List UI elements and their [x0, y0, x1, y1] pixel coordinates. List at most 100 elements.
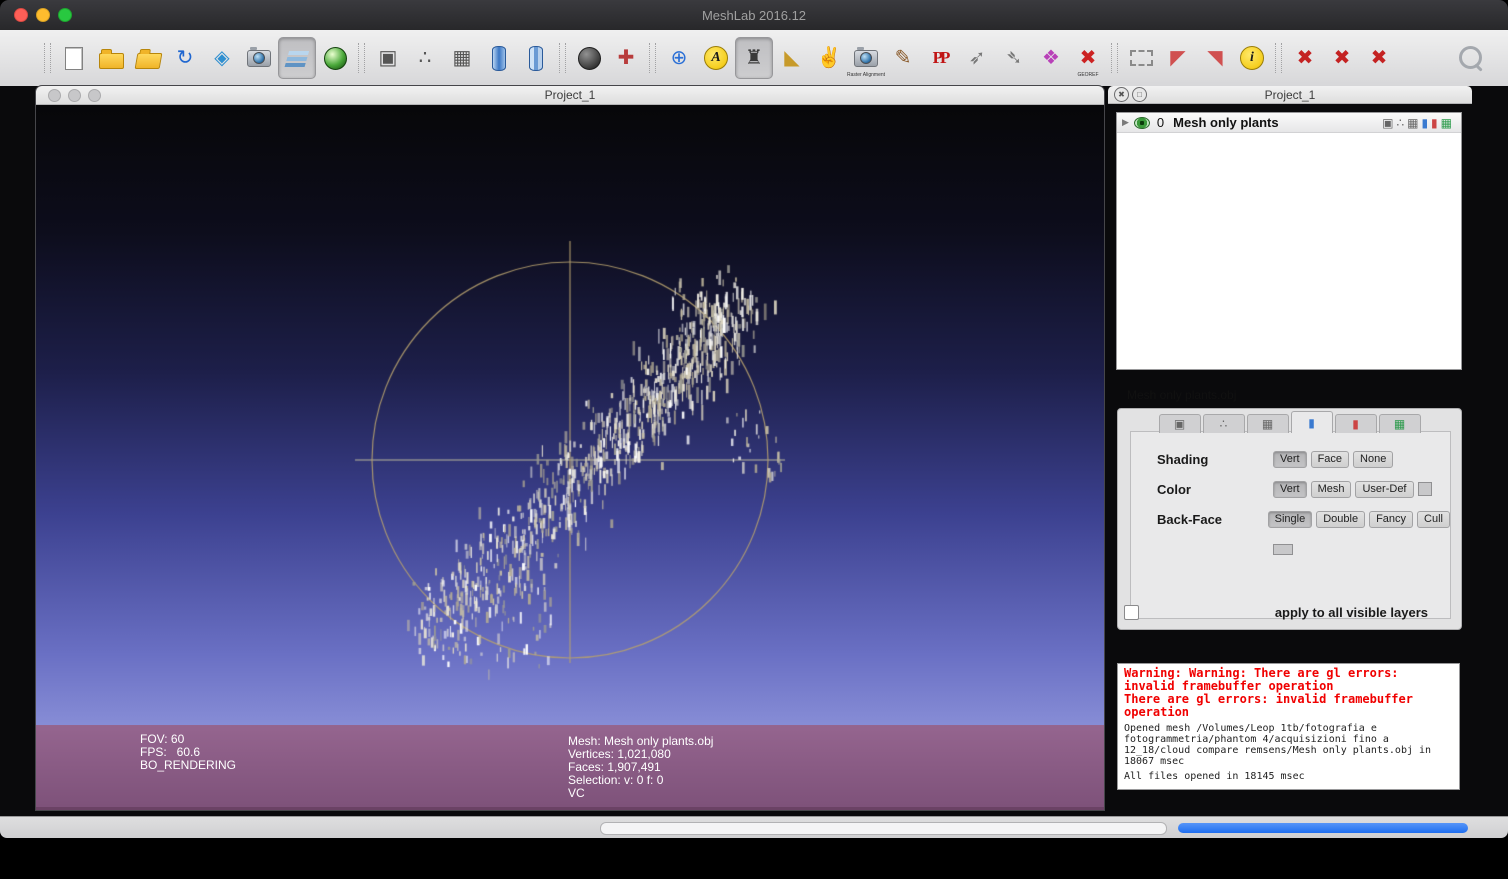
ortho-column-button[interactable]: ♜ [735, 37, 773, 79]
select-faces-button[interactable]: ◤ [1160, 38, 1196, 78]
wireframe-render-button[interactable]: ▦ [444, 38, 480, 78]
smooth-render-button[interactable] [518, 38, 554, 78]
layers-dialog-button[interactable] [278, 37, 316, 79]
axis-toggle-button[interactable]: ✚ [608, 38, 644, 78]
shading-vert-button[interactable]: Vert [1273, 451, 1307, 468]
toolbar-separator [1275, 43, 1282, 73]
reload-mesh-button[interactable]: ↻ [167, 38, 203, 78]
shading-face-button[interactable]: Face [1311, 451, 1349, 468]
shading-none-button[interactable]: None [1353, 451, 1393, 468]
horizontal-scrollbar-thumb[interactable] [600, 822, 1167, 835]
tab-flat[interactable]: ▮ [1335, 414, 1377, 433]
raster-align-button-icon [854, 50, 878, 67]
points-render-button[interactable]: ∴ [407, 38, 443, 78]
layer-row[interactable]: ▶ 0 Mesh only plants ▣∴▦▮▮▦ [1117, 113, 1461, 133]
text-labels-button[interactable]: A [698, 38, 734, 78]
color-row: Color VertMeshUser-Def [1131, 474, 1450, 504]
layer-panel-header[interactable]: ✖ □ Project_1 [1108, 86, 1472, 104]
backface-cull-button[interactable]: Cull [1417, 511, 1450, 528]
hand-pick-button[interactable]: ✌ [811, 38, 847, 78]
layer-wire-icon[interactable]: ▦ [1407, 117, 1418, 129]
raster-globe-button[interactable] [317, 38, 353, 78]
bbox-render-button[interactable]: ▣ [370, 38, 406, 78]
raster-globe-button-icon [324, 47, 347, 70]
tab-wire[interactable]: ▦ [1247, 414, 1289, 433]
open-mesh-button[interactable] [130, 38, 166, 78]
layer-smooth-icon[interactable]: ▮ [1421, 117, 1428, 129]
gl-viewport[interactable]: FOV: 60FPS: 60.6BO_RENDERING Mesh: Mesh … [36, 105, 1104, 810]
toolbar-separator [1111, 43, 1118, 73]
color-mesh-button[interactable]: Mesh [1311, 481, 1352, 498]
text-labels-button-icon: A [704, 46, 728, 70]
apply-all-checkbox[interactable] [1124, 605, 1139, 620]
viewport-header[interactable]: Project_1 [36, 86, 1104, 105]
delete-all-button[interactable]: ✖ [1361, 38, 1397, 78]
log-warning: There are gl errors: invalid framebuffer… [1124, 693, 1434, 719]
tab-points[interactable]: ∴ [1203, 414, 1245, 433]
tab-smooth[interactable]: ▮ [1291, 411, 1333, 433]
layer-name: Mesh only plants [1173, 115, 1278, 130]
apply-row: apply to all visible layers [1124, 602, 1460, 622]
open-project-button-icon [99, 53, 124, 69]
hud-text: Selection: v: 0 f: 0 [568, 774, 713, 787]
tab-wire-icon: ▦ [1262, 418, 1273, 430]
toolbar: ↻◈▣∴▦✚⊕A♜◣✌Raster Alignment✎PP➶➴❖✖GEOREF… [0, 30, 1508, 87]
wireframe-render-button-icon: ▦ [453, 48, 472, 68]
panel-scrollbar-thumb[interactable] [1178, 823, 1468, 833]
params-content: Shading VertFaceNone Color VertMeshUser-… [1130, 431, 1451, 619]
backface-color-swatch[interactable] [1273, 544, 1293, 555]
snapshot-button[interactable] [241, 38, 277, 78]
current-mesh-label: Mesh only plants.obj [1127, 388, 1236, 402]
color-vert-button[interactable]: Vert [1273, 481, 1307, 498]
delete-mesh-button[interactable]: ✖ [1287, 38, 1323, 78]
mesh-render-canvas[interactable] [36, 105, 1104, 810]
layer-bbox-icon[interactable]: ▣ [1382, 117, 1393, 129]
expand-arrow-icon[interactable]: ▶ [1122, 117, 1129, 128]
toolbar-separator [44, 43, 51, 73]
delete-raster-button[interactable]: ✖ [1324, 38, 1360, 78]
backface-single-button[interactable]: Single [1268, 511, 1313, 528]
new-document-button[interactable] [56, 38, 92, 78]
select-rect-button-icon [1130, 50, 1153, 66]
hand-pick-button-icon: ✌ [817, 48, 842, 68]
shading-options: VertFaceNone [1273, 451, 1393, 468]
pick-points-button[interactable]: PP [922, 38, 958, 78]
info-button[interactable]: i [1234, 38, 1270, 78]
reload-mesh-button-icon: ↻ [177, 48, 194, 68]
trackball-toggle-button[interactable]: ⊕ [661, 38, 697, 78]
flatlines-render-button[interactable] [481, 38, 517, 78]
texture-render-button[interactable] [571, 38, 607, 78]
params-tabbar: ▣∴ ▦ ▮ ▮ ▦ [1118, 411, 1461, 433]
select-rect-button[interactable] [1123, 38, 1159, 78]
toolbar-items: ↻◈▣∴▦✚⊕A♜◣✌Raster Alignment✎PP➶➴❖✖GEOREF… [0, 30, 1508, 86]
georef-button[interactable]: ✖GEOREF [1070, 38, 1106, 78]
layer-flat-icon[interactable]: ▮ [1431, 117, 1438, 129]
export-mesh-button[interactable]: ◈ [204, 38, 240, 78]
tab-flat-icon: ▮ [1352, 418, 1359, 430]
apply-all-label: apply to all visible layers [1275, 605, 1460, 620]
hud-text: VC [568, 787, 713, 800]
color-userdef-button[interactable]: User-Def [1355, 481, 1413, 498]
select-vertices-button[interactable]: ◥ [1197, 38, 1233, 78]
log-panel[interactable]: Warning: Warning: There are gl errors: i… [1117, 663, 1460, 790]
mesh-arrow-button[interactable]: ➴ [996, 38, 1032, 78]
delete-all-button-icon: ✖ [1371, 48, 1388, 68]
tab-bbox[interactable]: ▣ [1159, 414, 1201, 433]
layer-texture-icon[interactable]: ▦ [1441, 117, 1452, 129]
layer-panel-title: Project_1 [1108, 88, 1472, 102]
align-spheres-button[interactable]: ❖ [1033, 38, 1069, 78]
backface-fancy-button[interactable]: Fancy [1369, 511, 1413, 528]
raster-align-button[interactable]: Raster Alignment [848, 38, 884, 78]
search-icon[interactable] [1459, 46, 1482, 69]
paint-tool-button[interactable]: ✎ [885, 38, 921, 78]
user-color-swatch[interactable] [1418, 482, 1432, 496]
tab-texture[interactable]: ▦ [1379, 414, 1421, 433]
open-project-button[interactable] [93, 38, 129, 78]
smooth-render-button-icon [529, 46, 543, 71]
georef-button-caption: GEOREF [1077, 73, 1098, 78]
visibility-eye-icon[interactable] [1134, 117, 1150, 129]
backface-double-button[interactable]: Double [1316, 511, 1365, 528]
point-arrows-button[interactable]: ➶ [959, 38, 995, 78]
layer-points-icon[interactable]: ∴ [1396, 117, 1404, 129]
measure-tool-button[interactable]: ◣ [774, 38, 810, 78]
